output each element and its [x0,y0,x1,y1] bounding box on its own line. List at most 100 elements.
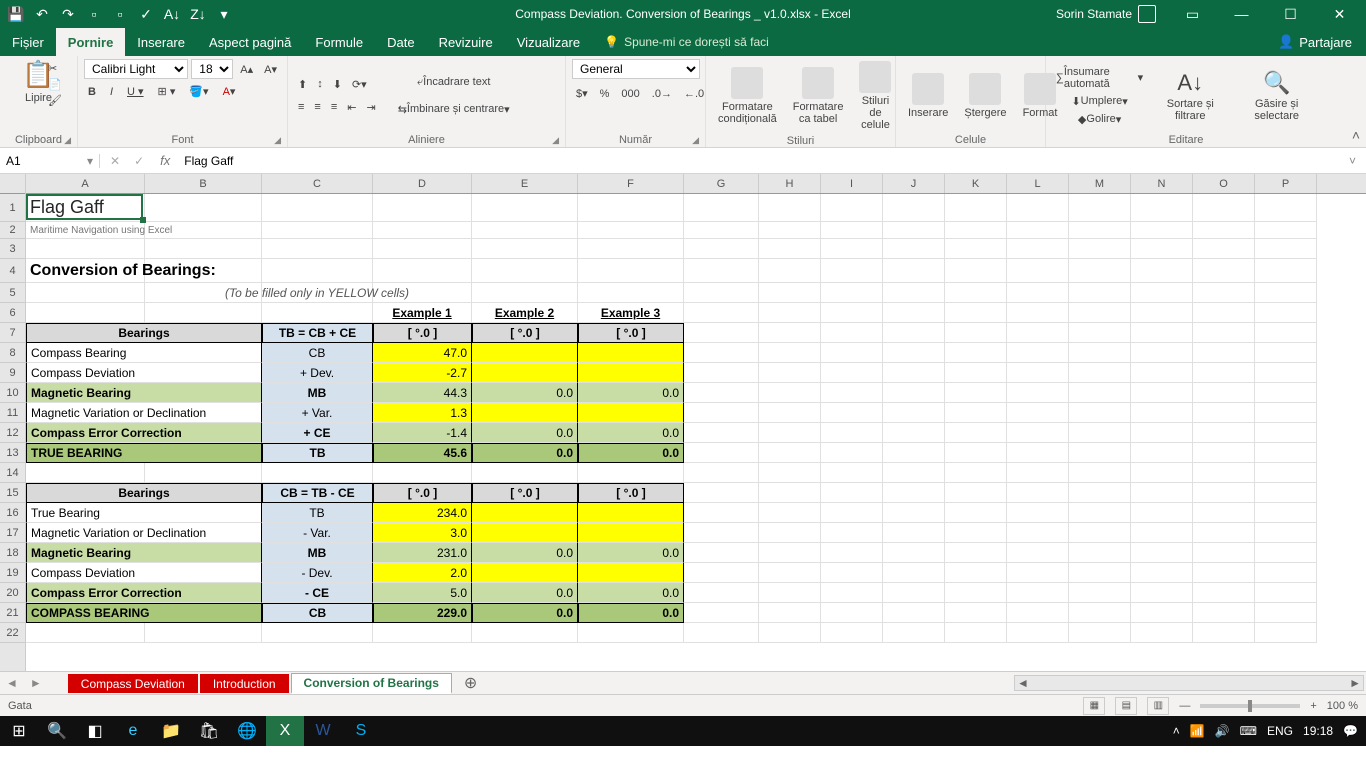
cell[interactable] [684,239,759,259]
cell[interactable] [1069,194,1131,222]
sheet-tab[interactable]: Introduction [200,674,289,693]
cell[interactable] [945,259,1007,283]
cell[interactable] [1069,543,1131,563]
cell[interactable] [1007,603,1069,623]
wifi-icon[interactable]: 📶 [1190,724,1205,738]
tab-layout[interactable]: Aspect pagină [197,28,303,56]
cell[interactable] [578,343,684,363]
fx-icon[interactable]: fx [154,153,176,168]
increase-decimal-icon[interactable]: .0→ [648,85,676,102]
cell[interactable] [1255,363,1317,383]
cell[interactable] [1069,483,1131,503]
cell[interactable] [1069,623,1131,643]
cell[interactable] [145,194,262,222]
cell[interactable] [1255,343,1317,363]
percent-format-icon[interactable]: % [596,85,614,102]
cell[interactable]: (To be filled only in YELLOW cells) [262,283,373,303]
cell[interactable] [1007,443,1069,463]
cell[interactable] [578,563,684,583]
cell[interactable] [1255,323,1317,343]
page-break-view-icon[interactable]: ▥ [1147,697,1169,715]
cell[interactable] [145,222,262,239]
fx-cancel-icon[interactable]: ✕ [110,154,120,168]
align-middle-icon[interactable]: ↕ [313,76,327,93]
cell[interactable] [1069,603,1131,623]
row-header[interactable]: 1 [0,194,25,222]
cell[interactable] [821,443,883,463]
cell[interactable]: 1.3 [373,403,472,423]
italic-button[interactable]: I [106,84,117,100]
cell[interactable]: Maritime Navigation using Excel [26,222,145,239]
row-header[interactable]: 14 [0,463,25,483]
row-header[interactable]: 11 [0,403,25,423]
cell[interactable] [1069,323,1131,343]
cell[interactable] [883,303,945,323]
cell[interactable]: - Dev. [262,563,373,583]
cell[interactable] [1255,463,1317,483]
fill-color-button[interactable]: 🪣▾ [185,83,212,100]
dialog-launcher-icon[interactable]: ◢ [274,135,281,146]
cell[interactable]: 231.0 [373,543,472,563]
cell[interactable] [1193,443,1255,463]
cell[interactable] [1007,503,1069,523]
cell[interactable] [883,483,945,503]
row-header[interactable]: 20 [0,583,25,603]
orientation-icon[interactable]: ⟳▾ [348,76,371,93]
cell[interactable] [945,603,1007,623]
cell[interactable] [759,523,821,543]
cell[interactable] [1193,403,1255,423]
cell[interactable] [1193,194,1255,222]
col-header[interactable]: E [472,174,578,193]
col-header[interactable]: J [883,174,945,193]
cell[interactable] [1131,543,1193,563]
cell[interactable] [1255,283,1317,303]
task-view-icon[interactable]: ◧ [76,716,114,746]
cell[interactable] [1007,523,1069,543]
chrome-icon[interactable]: 🌐 [228,716,266,746]
cell[interactable] [472,283,578,303]
cut-icon[interactable]: ✂ [48,62,62,75]
cell[interactable] [821,543,883,563]
cell[interactable] [1131,463,1193,483]
cell[interactable]: [ °.0 ] [472,483,578,503]
format-as-table-button[interactable]: Formatare ca tabel [787,65,850,127]
cell[interactable] [373,283,472,303]
fill-handle[interactable] [140,217,146,223]
cell[interactable] [1255,303,1317,323]
cell[interactable] [759,383,821,403]
cell[interactable]: 0.0 [472,543,578,563]
cell[interactable] [578,363,684,383]
cell[interactable] [684,259,759,283]
col-header[interactable]: L [1007,174,1069,193]
col-header[interactable]: P [1255,174,1317,193]
cell[interactable] [759,503,821,523]
cell[interactable] [1193,323,1255,343]
col-header[interactable]: O [1193,174,1255,193]
cell[interactable]: 3.0 [373,523,472,543]
cell[interactable] [759,623,821,643]
cell[interactable] [578,222,684,239]
cell[interactable] [1131,443,1193,463]
cell[interactable] [1069,363,1131,383]
cell[interactable] [1007,383,1069,403]
zoom-out-button[interactable]: — [1179,700,1190,712]
cell[interactable] [1255,403,1317,423]
cell[interactable] [883,343,945,363]
cell[interactable] [1255,543,1317,563]
cell[interactable] [945,423,1007,443]
clock[interactable]: 19:18 [1303,724,1333,738]
cell[interactable] [1007,583,1069,603]
cell[interactable]: [ °.0 ] [472,323,578,343]
cell[interactable] [1193,463,1255,483]
cell[interactable] [1007,423,1069,443]
cell[interactable] [1007,343,1069,363]
cell[interactable] [821,603,883,623]
page-layout-view-icon[interactable]: ▤ [1115,697,1137,715]
cell[interactable] [821,222,883,239]
cell[interactable] [472,222,578,239]
cell[interactable] [578,463,684,483]
decrease-indent-icon[interactable]: ⇤ [343,99,360,116]
cell[interactable] [945,543,1007,563]
word-icon[interactable]: W [304,716,342,746]
dialog-launcher-icon[interactable]: ◢ [64,135,71,146]
